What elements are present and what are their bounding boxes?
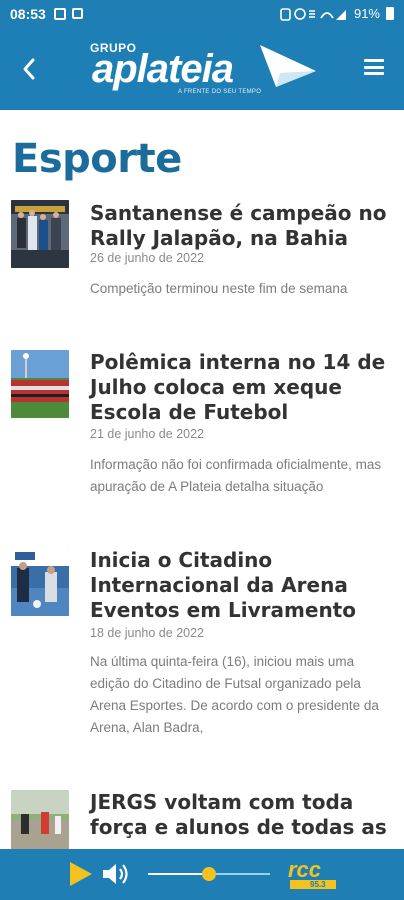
- app-notification-icon: [71, 8, 83, 19]
- hamburger-menu-icon: [364, 59, 384, 62]
- status-notification-icons: [53, 7, 83, 20]
- radio-station-logo[interactable]: rcc 95.3: [288, 859, 340, 891]
- article-title[interactable]: Polêmica interna no 14 de Julho coloca e…: [90, 350, 390, 425]
- app-header: GRUPO aplateia A FRENTE DO SEU TEMPO: [0, 27, 404, 110]
- article-date: 18 de junho de 2022: [90, 626, 204, 640]
- article-thumbnail[interactable]: [11, 548, 69, 616]
- article-thumbnail[interactable]: [11, 350, 69, 418]
- back-button[interactable]: [14, 51, 44, 85]
- battery-level: 91%: [353, 6, 380, 21]
- audio-player-bar: rcc 95.3: [0, 849, 404, 900]
- volume-slider-fill: [148, 873, 209, 875]
- article-summary: Competição terminou neste fim de semana: [90, 281, 348, 296]
- station-frequency: 95.3: [310, 880, 326, 889]
- logo-tagline-text: A FRENTE DO SEU TEMPO: [178, 89, 262, 95]
- article-summary: Na última quinta-feira (16), iniciou mai…: [90, 654, 379, 735]
- article-date: 26 de junho de 2022: [90, 251, 204, 265]
- play-button[interactable]: [66, 860, 94, 888]
- volume-slider-handle[interactable]: [202, 867, 216, 881]
- status-time: 08:53: [10, 5, 46, 22]
- article-date: 21 de junho de 2022: [90, 427, 204, 441]
- status-bar: 08:53 91%: [0, 0, 404, 27]
- article-title[interactable]: Inicia o Citadino Internacional da Arena…: [90, 548, 390, 623]
- system-status-icons: [280, 7, 346, 21]
- battery-icon: [386, 7, 394, 20]
- status-system-icons: 91%: [280, 6, 394, 21]
- menu-button[interactable]: [364, 59, 384, 75]
- page-title: Esporte: [12, 136, 182, 182]
- article-thumbnail[interactable]: [11, 200, 69, 268]
- article-title[interactable]: Santanense é campeão no Rally Jalapão, n…: [90, 201, 390, 251]
- volume-slider[interactable]: [148, 867, 270, 881]
- chevron-left-icon: [23, 58, 35, 80]
- volume-icon[interactable]: [101, 861, 129, 887]
- article-thumbnail[interactable]: [11, 790, 69, 858]
- paper-plane-icon: [260, 45, 316, 87]
- notification-icon: [53, 7, 66, 20]
- station-logo-text: rcc: [288, 857, 322, 882]
- logo-name-text: aplateia: [92, 47, 234, 91]
- brand-logo[interactable]: GRUPO aplateia A FRENTE DO SEU TEMPO: [90, 39, 320, 101]
- article-title[interactable]: JERGS voltam com toda força e alunos de …: [90, 790, 390, 840]
- article-summary: Informação não foi confirmada oficialmen…: [90, 457, 382, 494]
